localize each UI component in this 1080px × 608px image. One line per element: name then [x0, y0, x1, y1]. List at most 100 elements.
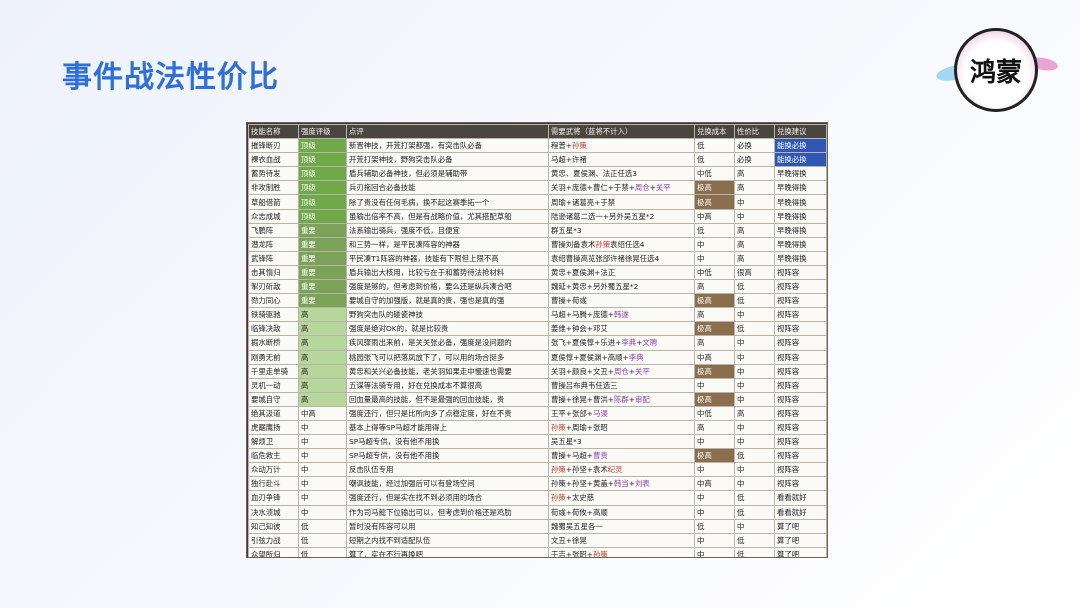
cost-cell: 中低 [694, 166, 735, 182]
advice-cell: 看看就好 [774, 504, 827, 520]
skill-value-table: 技能名称 强度评级 点评 需要武将（蓝将不计入） 兑换成本 性价比 兑换建议 摧… [248, 123, 827, 558]
skill-name-cell: 虎踞鹰扬 [248, 419, 299, 436]
value-cell: 低 [734, 279, 775, 295]
comment-cell: 算了，实在不行再换吧 [346, 546, 549, 557]
table-row: 掣刃斫敌 重要 强度是够的，但考虑到价格，要么还是纵兵凑合吧 魏延+黄忠+另外蜀五星*… [248, 279, 827, 295]
advice-cell: 早晚得换 [774, 194, 827, 210]
general-name-text: 关平 [634, 366, 650, 376]
generals-cell: 姜维+钟会+邓艾 [548, 321, 695, 337]
grade-cell: 中 [298, 434, 347, 450]
skill-name-cell: 要城自守 [248, 391, 299, 407]
grade-cell: 低 [298, 518, 347, 534]
general-name-text: 马谡 [592, 408, 608, 418]
general-name-text: 王平+张郃+ [551, 408, 593, 418]
cost-cell: 低 [694, 518, 735, 534]
brand-logo: 鸿蒙 [934, 28, 1068, 120]
table-row: 众动万计中反击队伍专用 孙策+孙坚+袁术纪灵中中视阵容 [248, 462, 827, 478]
table-row: 摧锋断刃 顶级 新晋神技，开荒打架都强，有突击队必备 程普+孙策低必换 能换必换 [248, 138, 827, 154]
skill-name-cell: 蓄势待发 [248, 166, 299, 182]
skill-name-cell: 千里走单骑 [248, 363, 299, 379]
general-name-text: 关羽+庞德+曹仁+于禁+ [551, 183, 635, 193]
general-name-text: 陆逊诸葛二选一+另外吴五星*2 [551, 211, 655, 221]
comment-cell: 盾兵辅助必备神技，但必须是辅助带 [346, 166, 549, 182]
cost-cell: 高 [694, 279, 735, 295]
general-name-text: 曹操+马超+ [551, 451, 593, 461]
comment-cell: 虽输出倍率不高，但是有战略价值，尤其搭配草船 [346, 208, 549, 224]
general-name-text: 孙策 [592, 549, 608, 558]
header-generals: 需要武将（蓝将不计入） [548, 123, 695, 140]
general-name-text: 孙策 [551, 423, 566, 433]
comment-cell: 暂时没有阵容可以用 [346, 518, 549, 534]
table-row: 引弦力战低短期之内找不到适配队伍 文丑+徐晃中低算了吧 [248, 532, 827, 548]
general-name-text: 群五星*3 [551, 225, 582, 235]
generals-cell: 曹操吕布典韦任选三 [548, 377, 695, 393]
cost-cell: 高 [694, 307, 735, 323]
comment-cell: 五谋等法骑专用，好在兑换成本不算很高 [346, 377, 549, 393]
value-cell: 中 [734, 462, 775, 478]
skill-name-cell: 众志成城 [248, 208, 299, 224]
value-cell: 高 [734, 250, 775, 266]
comment-cell: 要城自守的加强版，就是真的贵，强也是真的强 [346, 293, 549, 309]
general-name-text: 程普+ [551, 141, 572, 151]
advice-cell: 早晚得换 [774, 180, 827, 196]
advice-cell: 视阵容 [774, 448, 827, 464]
advice-cell: 算了吧 [774, 518, 827, 534]
logo-text: 鸿蒙 [969, 58, 1022, 88]
value-cell: 低 [734, 546, 775, 557]
general-name-text: 吴五星*3 [551, 437, 582, 447]
table-row: 草船借箭 顶级 除了贵没有任何毛病，换不起这赛季拓一个 周瑜+诸葛亮+于禁 极高中早晚得… [248, 194, 827, 210]
grade-cell: 重要 [298, 293, 347, 309]
skill-name-cell: 击其惰归 [248, 264, 299, 281]
skill-name-cell: 勠力同心 [248, 293, 299, 309]
skill-name-cell: 决水溃城 [248, 504, 299, 520]
general-name-text: 马超+马腾+庞德+ [551, 310, 614, 320]
comment-cell: 强度是够的，但考虑到价格，要么还是纵兵凑合吧 [346, 279, 549, 295]
general-name-text: 孙策+孙坚+黄盖+ [551, 479, 614, 489]
skill-name-cell: 灵机一动 [248, 377, 299, 393]
skill-name-cell: 临危救主 [248, 448, 299, 464]
value-cell: 高 [734, 405, 775, 421]
grade-cell: 高 [298, 321, 347, 337]
comment-cell: 嘲讽技能，经过加强后可以有登场空间 [346, 476, 549, 492]
grade-cell: 顶级 [298, 152, 347, 168]
general-name-text: 袁绍曹操高览张郃许褚徐晃任选4 [551, 253, 660, 263]
grade-cell: 高 [298, 349, 347, 365]
value-cell: 必换 [734, 138, 775, 154]
value-cell: 必换 [734, 152, 775, 168]
cost-cell: 中 [694, 532, 735, 548]
table-row: 铁骑驱驰高野狗突击队的碰瓷神技 马超+马腾+庞德+韩遂高中视阵容 [248, 307, 827, 323]
comment-cell: 法系输出骑兵，强度不低，且便宜 [346, 222, 549, 238]
table-row: 解烦卫中 SP马超专供，没有他不用换 吴五星*3 中中视阵容 [248, 434, 827, 450]
skill-name-cell: 临锋决敌 [248, 321, 299, 337]
table-row: 潜龙阵 重要 和三势一样，是平民凑阵容的神器 曹操刘备袁术孙策袁绍任选4 中高早晚得换 [248, 236, 827, 252]
grade-cell: 顶级 [298, 208, 347, 224]
skill-name-cell: 裸衣血战 [248, 152, 299, 168]
generals-cell: 关羽+颜良+文丑+周仓+关平 [548, 363, 695, 379]
generals-cell: 曹操+徐晃+曹洪+陈群+审配 [548, 391, 695, 407]
grade-cell: 中 [298, 419, 347, 436]
general-name-text: 陈群 [613, 394, 629, 404]
general-name-text: 张飞+夏侯惇+乐进+ [551, 338, 622, 348]
advice-cell: 早晚得换 [774, 222, 827, 238]
header-grade: 强度评级 [298, 123, 347, 140]
table-row: 独行赴斗中嘲讽技能，经过加强后可以有登场空间 孙策+孙坚+黄盖+韩当+刘表 中高中视… [248, 476, 827, 492]
skill-name-cell: 解烦卫 [248, 434, 299, 450]
comment-cell: 平民凑T1阵容的神器，技能有下限但上限不高 [346, 250, 549, 266]
skill-name-cell: 武锋阵 [248, 250, 299, 266]
advice-cell: 视阵容 [774, 307, 827, 323]
advice-cell: 算了吧 [774, 546, 827, 557]
header-comment: 点评 [346, 123, 549, 140]
skill-name-cell: 众动万计 [248, 462, 299, 478]
advice-cell: 视阵容 [774, 335, 827, 351]
generals-cell: 程普+孙策 [548, 138, 695, 154]
cost-cell: 中 [694, 250, 735, 266]
table-row: 勠力同心 重要 要城自守的加强版，就是真的贵，强也是真的强 曹操+荀彧 极高低视阵容 [248, 293, 827, 309]
table-header-row: 技能名称 强度评级 点评 需要武将（蓝将不计入） 兑换成本 性价比 兑换建议 [248, 123, 827, 140]
table-row: 众望所归低算了，实在不行再换吧 于吉+张昭+孙策中低算了吧 [248, 546, 827, 558]
general-name-text: 孙策 [551, 465, 566, 475]
table-body: 摧锋断刃 顶级 新晋神技，开荒打架都强，有突击队必备 程普+孙策低必换 能换必换 裸衣血战… [248, 138, 827, 558]
advice-cell: 视阵容 [774, 462, 827, 478]
value-cell: 中 [734, 363, 775, 379]
general-name-text: 曹操刘备袁术 [551, 239, 596, 249]
value-cell: 中 [734, 208, 775, 224]
